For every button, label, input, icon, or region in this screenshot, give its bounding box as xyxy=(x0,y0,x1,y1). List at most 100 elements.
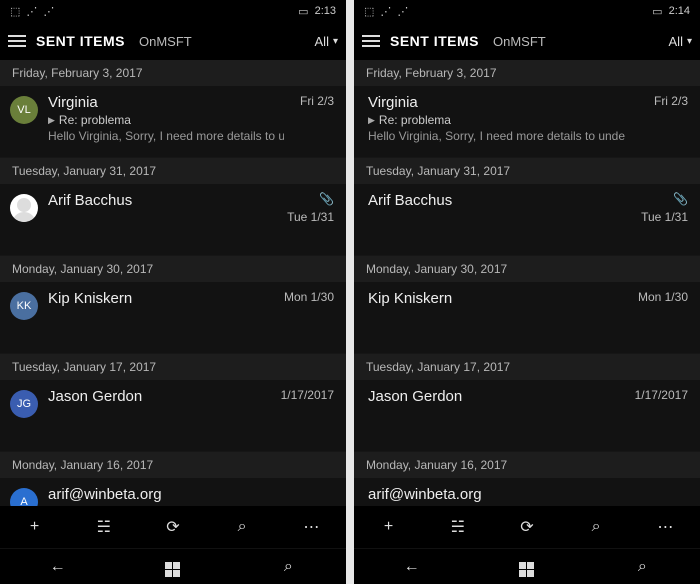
status-right: ▭ 2:13 xyxy=(298,5,336,18)
chevron-down-icon: ▾ xyxy=(333,36,338,47)
sync-button[interactable]: ⟳ xyxy=(153,511,193,543)
start-button[interactable] xyxy=(153,556,193,577)
avatar: KK xyxy=(10,292,38,320)
item-date: 1/17/2017 xyxy=(281,388,334,402)
battery-icon: ▭ xyxy=(652,5,662,18)
subject-row: ▶ Re: problema xyxy=(368,113,638,127)
sender-name: Jason Gerdon xyxy=(368,388,619,405)
nav-bar: ←⌕ xyxy=(354,548,700,584)
search-button[interactable]: ⌕ xyxy=(222,511,262,543)
item-meta: 1/17/2017 xyxy=(281,388,334,443)
avatar: JG xyxy=(10,390,38,418)
filter-label: All xyxy=(315,34,329,49)
sender-name: Kip Kniskern xyxy=(48,290,268,307)
back-button[interactable]: ← xyxy=(392,558,432,576)
date-separator: Monday, January 16, 2017 xyxy=(0,452,346,478)
preview-text: Hello Virginia, Sorry, I need more detai… xyxy=(48,129,284,143)
message-list[interactable]: Friday, February 3, 2017Virginia▶Re: pro… xyxy=(354,60,700,506)
date-separator: Tuesday, January 31, 2017 xyxy=(354,158,700,184)
more-button[interactable]: ⋯ xyxy=(645,511,685,543)
message-item[interactable]: JG Jason Gerdon 1/17/2017 xyxy=(0,380,346,452)
select-button[interactable]: ☵ xyxy=(84,511,124,543)
sender-name: arif@winbeta.org xyxy=(368,486,672,503)
menu-button[interactable] xyxy=(362,35,380,47)
date-separator: Friday, February 3, 2017 xyxy=(0,60,346,86)
new-mail-button[interactable]: + xyxy=(15,511,55,543)
item-date: Mon 1/30 xyxy=(638,290,688,304)
message-item[interactable]: arif@winbeta.org xyxy=(354,478,700,506)
date-separator: Tuesday, January 31, 2017 xyxy=(0,158,346,184)
account-name: OnMSFT xyxy=(139,34,192,49)
reply-icon: ▶ xyxy=(48,115,55,126)
status-icons: ⬚⋰⋰ xyxy=(10,5,54,18)
date-separator: Tuesday, January 17, 2017 xyxy=(354,354,700,380)
account-name: OnMSFT xyxy=(493,34,546,49)
folder-title: SENT ITEMS xyxy=(36,33,125,49)
sync-button[interactable]: ⟳ xyxy=(507,511,547,543)
item-meta: Mon 1/30 xyxy=(638,290,688,345)
item-meta: 1/17/2017 xyxy=(635,388,688,443)
item-meta: 📎 Tue 1/31 xyxy=(287,192,334,247)
status-time: 2:14 xyxy=(669,5,690,17)
item-date: Tue 1/31 xyxy=(287,210,334,224)
item-meta: Fri 2/3 xyxy=(654,94,688,149)
item-meta: Mon 1/30 xyxy=(284,290,334,345)
subject: Re: problema xyxy=(379,113,451,127)
message-item[interactable]: KK Kip Kniskern Mon 1/30 xyxy=(0,282,346,354)
subject-row: ▶ Re: problema xyxy=(48,113,284,127)
filter-dropdown[interactable]: All ▾ xyxy=(669,34,692,49)
menu-button[interactable] xyxy=(8,35,26,47)
sender-name: Kip Kniskern xyxy=(368,290,622,307)
sender-name: Arif Bacchus xyxy=(368,192,625,209)
message-item[interactable]: VL Virginia ▶ Re: problema Hello Virginia, S… xyxy=(0,86,346,158)
item-date: Fri 2/3 xyxy=(654,94,688,108)
message-item[interactable]: Jason Gerdon 1/17/2017 xyxy=(354,380,700,452)
reply-icon: ▶ xyxy=(368,115,375,126)
sender-name: Jason Gerdon xyxy=(48,388,265,405)
attachment-icon: 📎 xyxy=(319,192,334,206)
sender-name: Arif Bacchus xyxy=(48,192,271,209)
item-date: Tue 1/31 xyxy=(641,210,688,224)
item-meta: 📎Tue 1/31 xyxy=(641,192,688,247)
windows-icon xyxy=(519,562,534,577)
windows-icon xyxy=(165,562,180,577)
new-mail-button[interactable]: + xyxy=(369,511,409,543)
status-bar: ⬚⋰⋰ ▭ 2:14 xyxy=(354,0,700,22)
more-button[interactable]: ⋯ xyxy=(291,511,331,543)
app-bar: + ☵ ⟳ ⌕ ⋯ xyxy=(0,506,346,548)
message-item[interactable]: Kip Kniskern Mon 1/30 xyxy=(354,282,700,354)
message-item[interactable]: Arif Bacchus 📎Tue 1/31 xyxy=(354,184,700,256)
message-item[interactable]: Arif Bacchus 📎 Tue 1/31 xyxy=(0,184,346,256)
date-separator: Monday, January 30, 2017 xyxy=(354,256,700,282)
filter-dropdown[interactable]: All ▾ xyxy=(315,34,338,49)
nav-search-button[interactable]: ⌕ xyxy=(268,558,308,576)
item-meta: Fri 2/3 xyxy=(300,94,334,149)
app-header: SENT ITEMS OnMSFT All ▾ xyxy=(354,22,700,60)
subject: Re: problema xyxy=(59,113,131,127)
filter-label: All xyxy=(669,34,683,49)
date-separator: Tuesday, January 17, 2017 xyxy=(0,354,346,380)
folder-title: SENT ITEMS xyxy=(390,33,479,49)
message-item[interactable]: Aarif@winbeta.org xyxy=(0,478,346,506)
item-date: Fri 2/3 xyxy=(300,94,334,108)
sender-name: Virginia xyxy=(48,94,284,111)
back-button[interactable]: ← xyxy=(38,558,78,576)
search-button[interactable]: ⌕ xyxy=(576,511,616,543)
battery-icon: ▭ xyxy=(298,5,308,18)
status-icons: ⬚⋰⋰ xyxy=(364,5,408,18)
chevron-down-icon: ▾ xyxy=(687,36,692,47)
avatar: VL xyxy=(10,96,38,124)
nav-search-button[interactable]: ⌕ xyxy=(622,558,662,576)
sender-name: arif@winbeta.org xyxy=(48,486,318,503)
select-button[interactable]: ☵ xyxy=(438,511,478,543)
message-item[interactable]: Virginia▶Re: problemaHello Virginia, Sor… xyxy=(354,86,700,158)
sender-name: Virginia xyxy=(368,94,638,111)
item-date: Mon 1/30 xyxy=(284,290,334,304)
start-button[interactable] xyxy=(507,556,547,577)
avatar xyxy=(10,194,38,222)
item-date: 1/17/2017 xyxy=(635,388,688,402)
message-list[interactable]: Friday, February 3, 2017 VL Virginia ▶ Re: p… xyxy=(0,60,346,506)
status-time: 2:13 xyxy=(315,5,336,17)
app-header: SENT ITEMS OnMSFT All ▾ xyxy=(0,22,346,60)
nav-bar: ←⌕ xyxy=(0,548,346,584)
